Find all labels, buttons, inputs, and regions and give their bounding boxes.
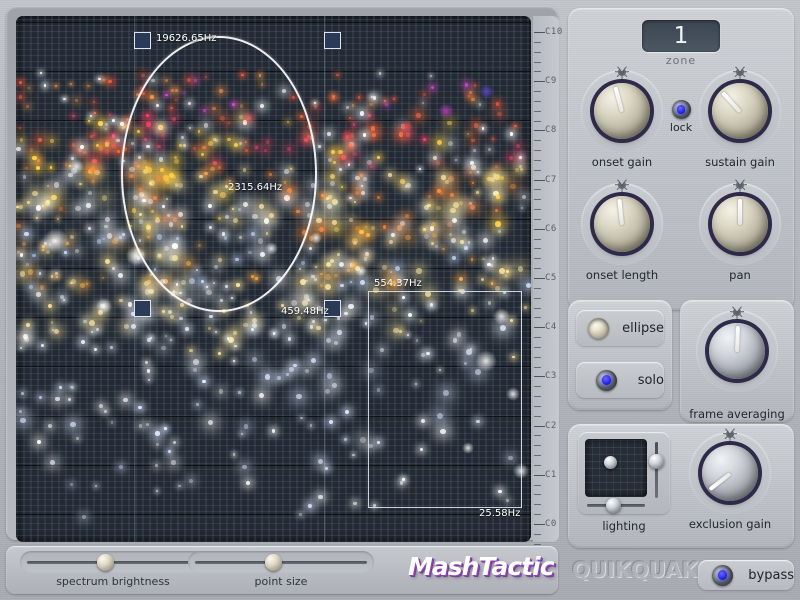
- solo-toggle[interactable]: solo: [576, 362, 664, 398]
- spectrum-brightness-slider-group: spectrum brightness: [20, 551, 206, 589]
- note-axis-ruler: C10 C9 C8 C7 C6 C5 C4 C3 C2 C1 C0: [533, 16, 562, 565]
- zone-panel: 1 zone onset gain sustain gain lock onse…: [568, 8, 794, 310]
- note-label-c2: C2: [545, 420, 557, 431]
- ellipse-toggle[interactable]: ellipse: [576, 310, 664, 346]
- ellipse-selection[interactable]: [121, 36, 317, 312]
- lighting-vertical-handle[interactable]: [649, 454, 664, 470]
- exclusion-gain-knob[interactable]: exclusion gain: [684, 428, 776, 531]
- note-label-c7: C7: [545, 174, 557, 185]
- sustain-gain-label: sustain gain: [705, 155, 775, 169]
- frame-averaging-panel: [680, 300, 794, 422]
- note-label-c10: C10: [545, 27, 563, 37]
- point-size-slider-group: point size: [188, 551, 374, 589]
- lock-button[interactable]: lock: [666, 100, 696, 134]
- product-logo: MashTactic: [408, 552, 555, 581]
- point-size-handle[interactable]: [264, 554, 282, 571]
- note-label-c5: C5: [545, 273, 557, 283]
- point-size-label: point size: [254, 575, 308, 588]
- frame-averaging-knob[interactable]: [691, 306, 783, 392]
- pan-label: pan: [729, 268, 751, 282]
- lock-label: lock: [669, 121, 693, 134]
- solo-led: [595, 369, 617, 391]
- note-label-c1: C1: [545, 469, 557, 480]
- ellipse-handle-bottom-left[interactable]: [134, 300, 151, 317]
- bypass-led: [712, 564, 734, 586]
- bypass-button[interactable]: bypass: [698, 560, 794, 590]
- exclusion-top-frequency-label: 554.37Hz: [374, 278, 422, 289]
- pan-knob[interactable]: pan: [694, 179, 786, 282]
- spectrum-brightness-track[interactable]: [20, 551, 206, 573]
- ellipse-toggle-label: ellipse: [622, 320, 664, 336]
- exclusion-bottom-frequency-label: 25.58Hz: [479, 508, 521, 519]
- ellipse-handle-top-right[interactable]: [324, 32, 341, 49]
- onset-length-label: onset length: [585, 268, 659, 282]
- lighting-horizontal-handle[interactable]: [606, 498, 622, 513]
- onset-gain-knob[interactable]: onset gain: [576, 66, 668, 169]
- spectrum-display[interactable]: 19626.65Hz 2315.64Hz 459.48Hz 554.37Hz 2…: [16, 16, 531, 542]
- solo-toggle-label: solo: [637, 372, 664, 388]
- note-label-c9: C9: [545, 76, 557, 87]
- ellipse-led: [588, 317, 610, 339]
- zone-label: zone: [665, 54, 697, 67]
- note-label-c4: C4: [545, 322, 557, 333]
- sustain-gain-knob[interactable]: sustain gain: [694, 66, 786, 169]
- lighting-pad-handle[interactable]: [603, 456, 617, 470]
- zone-number-display[interactable]: 1: [642, 20, 720, 52]
- point-size-track[interactable]: [188, 551, 374, 573]
- ellipse-bottom-frequency-label: 459.48Hz: [281, 306, 329, 317]
- exclusion-rectangle[interactable]: [368, 291, 522, 508]
- ellipse-handle-top-left[interactable]: [134, 32, 151, 49]
- plugin-window: 19626.65Hz 2315.64Hz 459.48Hz 554.37Hz 2…: [0, 0, 800, 600]
- spectrum-brightness-label: spectrum brightness: [56, 575, 170, 588]
- onset-length-knob[interactable]: onset length: [576, 179, 668, 282]
- onset-gain-label: onset gain: [591, 155, 653, 169]
- lighting-vertical-rail: [655, 442, 658, 498]
- lighting-xy-pad[interactable]: [585, 439, 647, 497]
- bypass-label: bypass: [748, 567, 794, 583]
- spectrum-panel: 19626.65Hz 2315.64Hz 459.48Hz 554.37Hz 2…: [6, 6, 562, 565]
- note-label-c6: C6: [545, 223, 557, 234]
- lighting-pad-container: [578, 432, 670, 514]
- ellipse-center-frequency-label: 2315.64Hz: [228, 182, 283, 193]
- lighting-panel: lighting exclusion gain: [568, 424, 794, 548]
- exclusion-gain-label: exclusion gain: [688, 517, 772, 531]
- spectrum-brightness-handle[interactable]: [96, 554, 114, 571]
- ellipse-top-frequency-label: 19626.65Hz: [156, 33, 217, 44]
- note-label-c3: C3: [545, 371, 557, 382]
- lock-led: [671, 100, 691, 119]
- note-label-c0: C0: [545, 519, 557, 529]
- mode-toggles-panel: ellipse solo: [568, 300, 672, 410]
- company-brand: QUIKQUAK: [572, 558, 698, 582]
- note-label-c8: C8: [545, 125, 557, 136]
- lighting-label: lighting: [602, 519, 646, 533]
- frame-averaging-label: frame averaging: [689, 407, 785, 421]
